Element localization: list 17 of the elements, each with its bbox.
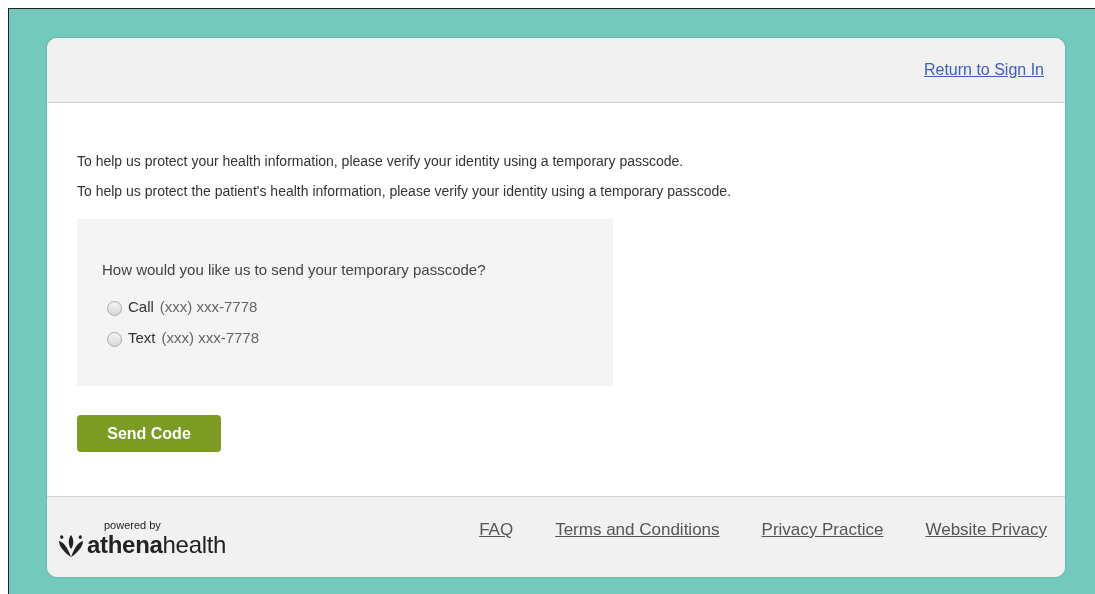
info-text: To help us protect the patient's health information, please verify your identity using a temporary passcode. — [77, 183, 733, 199]
info-text: To help us protect your health information, please verify your identity using a temporary passcode. — [77, 153, 685, 169]
return-to-sign-in-link[interactable]: Return to Sign In — [923, 61, 1044, 79]
radio-button[interactable] — [107, 332, 122, 347]
footer-link[interactable]: Website Privacy — [925, 520, 1047, 540]
phone-number: (xxx) xxx-7778 — [159, 298, 258, 315]
radio-button[interactable] — [107, 301, 122, 316]
footer-link[interactable]: Terms and Conditions — [555, 520, 720, 540]
powered-by-text: powered by — [104, 519, 161, 531]
brand-name: athenahealth — [87, 531, 227, 559]
footer-link[interactable]: FAQ — [479, 520, 514, 540]
option-label: Text — [128, 329, 156, 346]
option-label: Call — [128, 298, 154, 315]
question-text: How would you like us to send your temporary passcode? — [102, 261, 487, 278]
leaf-logo-icon — [57, 533, 85, 557]
phone-number: (xxx) xxx-7778 — [161, 329, 260, 346]
footer-link[interactable]: Privacy Practice — [761, 520, 884, 540]
